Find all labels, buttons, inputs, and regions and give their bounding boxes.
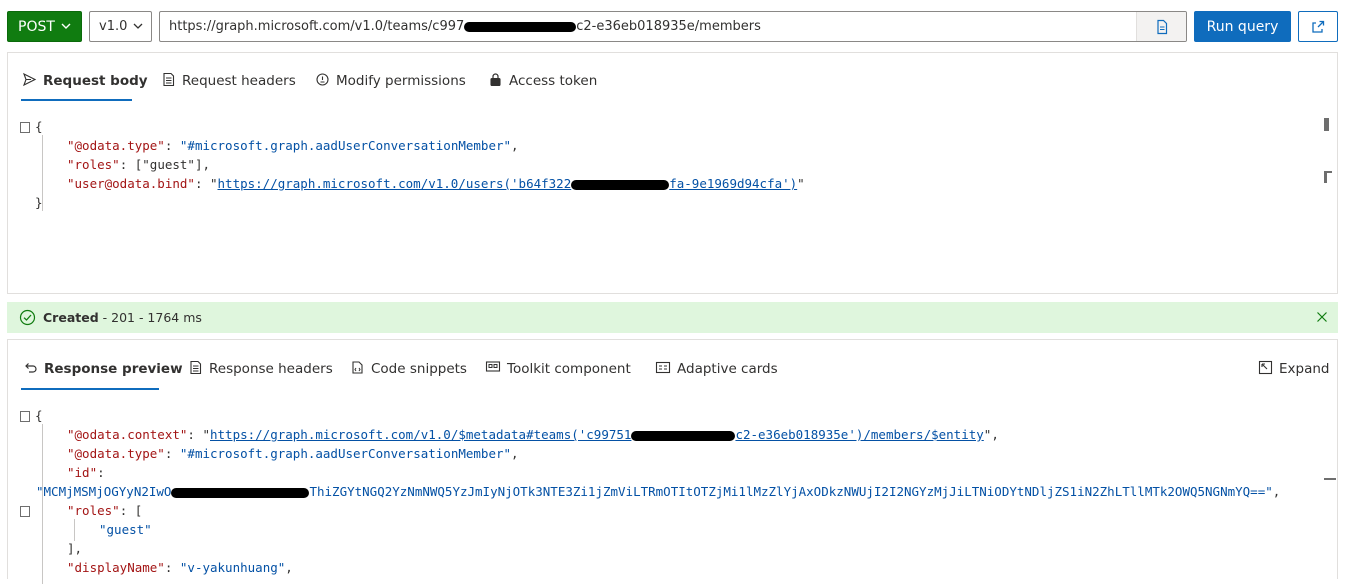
status-text: Created - 201 - 1764 ms [43, 310, 202, 325]
chevron-down-icon [59, 19, 73, 37]
redaction-mark [464, 21, 577, 32]
status-label: Created [43, 310, 99, 325]
tab-response-headers[interactable]: Response headers [188, 357, 333, 381]
tab-label: Request body [43, 73, 148, 89]
version-dropdown[interactable]: v1.0 [89, 11, 152, 42]
tab-label: Toolkit component [507, 361, 631, 377]
run-query-button[interactable]: Run query [1194, 11, 1291, 42]
headers-icon [188, 360, 203, 379]
expand-label: Expand [1279, 361, 1330, 377]
active-tab-indicator [21, 99, 132, 101]
fold-toggle-icon[interactable] [20, 411, 30, 422]
code-line: "roles": [ [67, 503, 143, 518]
card-icon [655, 360, 671, 379]
redaction-mark [171, 487, 310, 498]
code-line: "id": [67, 465, 105, 480]
tab-label: Response headers [209, 361, 333, 377]
fold-toggle-icon[interactable] [20, 506, 30, 517]
tab-modify-permissions[interactable]: Modify permissions [315, 69, 466, 93]
version-label: v1.0 [99, 19, 128, 34]
code-line: "user@odata.bind": "https://graph.micros… [67, 176, 805, 191]
tab-toolkit-component[interactable]: Toolkit component [485, 357, 631, 381]
tab-code-snippets[interactable]: Code snippets [350, 357, 467, 381]
request-tabs: Request body Request headers Modify perm… [8, 53, 1337, 103]
redaction-mark [631, 430, 736, 441]
tab-label: Response preview [44, 361, 183, 377]
expand-button[interactable]: Expand [1258, 357, 1330, 381]
tab-request-headers[interactable]: Request headers [161, 69, 296, 93]
http-method-label: POST [18, 18, 55, 35]
chevron-down-icon [131, 19, 145, 37]
tab-response-preview[interactable]: Response preview [23, 357, 183, 381]
tab-label: Adaptive cards [677, 361, 778, 377]
shield-icon [315, 72, 330, 91]
checkmark-circle-icon [19, 309, 36, 329]
headers-icon [161, 72, 176, 91]
response-tabs: Response preview Response headers Code s… [8, 340, 1337, 390]
scrollbar-marker [1324, 173, 1327, 183]
indent-guide [74, 519, 75, 541]
redaction-mark [571, 179, 670, 190]
code-line: "roles": ["guest"], [67, 157, 211, 172]
response-status-bar: Created - 201 - 1764 ms [7, 302, 1338, 333]
code-line: "@odata.type": "#microsoft.graph.aadUser… [67, 446, 519, 461]
code-line: "@odata.type": "#microsoft.graph.aadUser… [67, 138, 519, 153]
url-suffix: c2-e36eb018935e/members [576, 19, 761, 34]
code-line: "MCMjMSMjOGYyN2IwO ThiZGYtNGQ2YzNmNWQ5YzJ… [36, 484, 1281, 499]
code-snippet-icon [350, 360, 365, 379]
query-toolbar: POST v1.0 https://graph.microsoft.com/v1… [0, 0, 1346, 52]
tab-label: Access token [509, 73, 598, 89]
active-tab-indicator [21, 388, 159, 390]
tab-access-token[interactable]: Access token [488, 69, 597, 93]
undo-arrow-icon [23, 360, 38, 379]
code-line: } [35, 195, 43, 210]
close-icon[interactable] [1316, 311, 1328, 326]
tab-adaptive-cards[interactable]: Adaptive cards [655, 357, 778, 381]
send-icon [22, 72, 37, 91]
document-icon[interactable] [1136, 12, 1186, 41]
indent-guide [42, 424, 43, 584]
response-panel: Response preview Response headers Code s… [7, 339, 1338, 584]
scrollbar-thumb[interactable] [1324, 118, 1329, 131]
code-line: "@odata.context": "https://graph.microso… [67, 427, 999, 442]
http-method-dropdown[interactable]: POST [7, 11, 82, 42]
code-line: ], [67, 541, 83, 556]
share-icon[interactable] [1298, 11, 1338, 42]
code-line: { [35, 408, 43, 423]
url-prefix: https://graph.microsoft.com/v1.0/teams/c… [169, 19, 465, 34]
scrollbar-marker [1324, 478, 1336, 480]
request-panel: Request body Request headers Modify perm… [7, 52, 1338, 294]
tab-request-body[interactable]: Request body [22, 69, 148, 93]
lock-icon [488, 72, 503, 91]
code-line: "guest" [99, 522, 152, 537]
toolkit-icon [485, 360, 501, 379]
url-input[interactable]: https://graph.microsoft.com/v1.0/teams/c… [159, 11, 1187, 42]
fold-toggle-icon[interactable] [20, 122, 30, 133]
tab-label: Request headers [182, 73, 296, 89]
code-line: { [35, 119, 43, 134]
expand-icon [1258, 360, 1273, 379]
status-detail: - 201 - 1764 ms [98, 310, 202, 325]
code-line: "displayName": "v-yakunhuang", [67, 560, 293, 575]
tab-label: Modify permissions [336, 73, 466, 89]
tab-label: Code snippets [371, 361, 467, 377]
